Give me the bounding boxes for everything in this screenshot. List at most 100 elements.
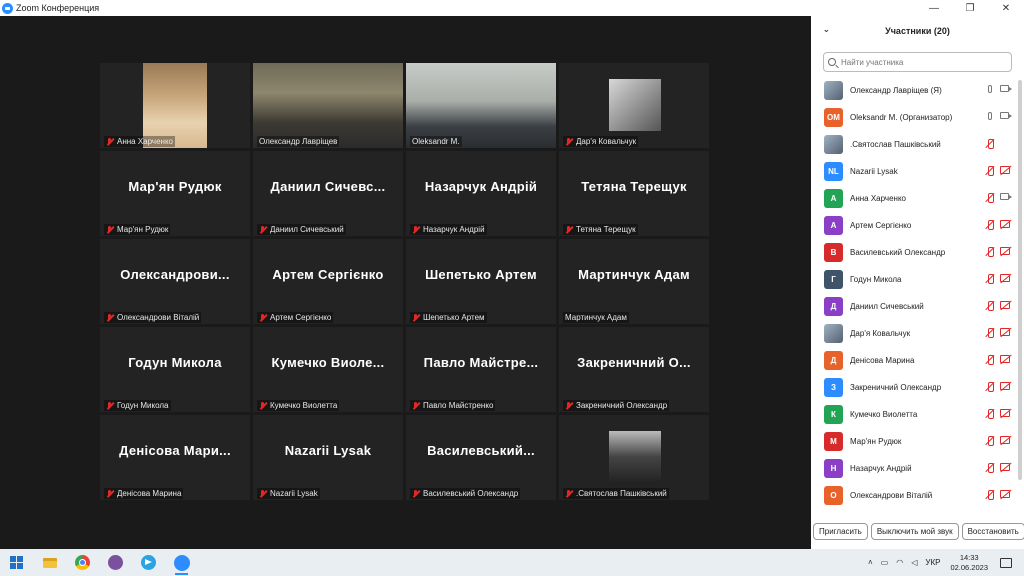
video-tile[interactable]: Годун Микола Годун Микола (100, 327, 250, 412)
speaker-icon[interactable]: ◁ (911, 558, 917, 567)
participant-row[interactable]: Олександр Лаврiщев (Я) (811, 77, 1024, 104)
search-input[interactable] (841, 57, 1001, 67)
chevron-up-icon[interactable]: ˄ (868, 558, 873, 567)
participant-row[interactable]: Дар'я Ковальчук (811, 320, 1024, 347)
camera-off-icon[interactable] (1000, 247, 1012, 257)
microphone-muted-icon[interactable] (985, 301, 997, 311)
taskbar-zoom[interactable] (165, 549, 198, 576)
system-tray: ˄ ▭ ◠ ◁ УКР 14:33 02.06.2023 (864, 549, 1024, 576)
video-tile[interactable]: Назарчук Андрій Назарчук Андрій (406, 151, 556, 236)
participant-row[interactable]: А Анна Харченко (811, 185, 1024, 212)
tile-display-name: Шепетько Артем (425, 267, 537, 282)
microphone-muted-icon[interactable] (985, 355, 997, 365)
participant-row[interactable]: К Кумечко Виолетта (811, 401, 1024, 428)
camera-icon[interactable] (1000, 193, 1012, 203)
chevron-down-icon[interactable]: ⌄ (823, 25, 830, 34)
video-tile[interactable]: Артем Сергієнко Артем Сергієнко (253, 239, 403, 324)
microphone-muted-icon[interactable] (985, 409, 997, 419)
microphone-muted-icon[interactable] (985, 328, 997, 338)
maximize-button[interactable]: ❐ (952, 0, 988, 16)
video-tile[interactable]: Олександрови... Олександрови Віталій (100, 239, 250, 324)
participant-row[interactable]: Д Даниил Сичевський (811, 293, 1024, 320)
video-tile[interactable]: Денісова Мари... Денісова Марина (100, 415, 250, 500)
camera-icon[interactable] (1000, 85, 1012, 95)
participant-row[interactable]: NL Nazarii Lysak (811, 158, 1024, 185)
microphone-muted-icon[interactable] (985, 139, 997, 149)
video-tile[interactable]: Oleksandr M. (406, 63, 556, 148)
camera-off-icon[interactable] (1000, 274, 1012, 284)
minimize-button[interactable]: — (916, 0, 952, 16)
taskbar-viber[interactable] (99, 549, 132, 576)
participant-name: Дар'я Ковальчук (850, 329, 911, 338)
microphone-muted-icon[interactable] (985, 490, 997, 500)
participant-row[interactable]: Н Назарчук Андрій (811, 455, 1024, 482)
wifi-icon[interactable]: ◠ (896, 558, 903, 567)
camera-off-icon[interactable] (1000, 409, 1012, 419)
scrollbar[interactable] (1018, 80, 1022, 480)
participant-row[interactable]: М Мар'ян Рудюк (811, 428, 1024, 455)
notifications-icon[interactable] (1000, 557, 1012, 568)
camera-icon[interactable] (1000, 112, 1012, 122)
close-button[interactable]: ✕ (988, 0, 1024, 16)
taskbar-explorer[interactable] (33, 549, 66, 576)
camera-off-icon[interactable] (1000, 436, 1012, 446)
mute-me-button[interactable]: Выключить мой звук (870, 523, 959, 540)
participant-row[interactable]: Д Денісова Марина (811, 347, 1024, 374)
invite-button[interactable]: Пригласить (813, 523, 868, 540)
microphone-muted-icon[interactable] (985, 274, 997, 284)
camera-off-icon[interactable] (1000, 220, 1012, 230)
avatar: О (824, 486, 843, 505)
clock[interactable]: 14:33 02.06.2023 (950, 553, 988, 573)
video-tile[interactable]: Павло Майстре... Павло Майстренко (406, 327, 556, 412)
participant-search[interactable] (823, 52, 1012, 72)
restore-button[interactable]: Восстановить (961, 523, 1024, 540)
video-tile[interactable]: Шепетько Артем Шепетько Артем (406, 239, 556, 324)
taskbar-telegram[interactable] (132, 549, 165, 576)
microphone-muted-icon[interactable] (985, 436, 997, 446)
microphone-muted-icon[interactable] (985, 166, 997, 176)
camera-off-icon[interactable] (1000, 328, 1012, 338)
microphone-muted-icon[interactable] (985, 382, 997, 392)
participant-row[interactable]: А Артем Сергієнко (811, 212, 1024, 239)
microphone-muted-icon[interactable] (985, 247, 997, 257)
microphone-muted-icon[interactable] (985, 193, 997, 203)
video-tile[interactable]: Nazarii Lysak Nazarii Lysak (253, 415, 403, 500)
microphone-muted-icon[interactable] (985, 463, 997, 473)
video-tile[interactable]: Закреничний О... Закреничний Олександр (559, 327, 709, 412)
participant-row[interactable]: OM Oleksandr M. (Организатор) (811, 104, 1024, 131)
camera-off-icon[interactable] (1000, 463, 1012, 473)
participant-row[interactable]: О Олександрови Віталій (811, 482, 1024, 509)
video-tile[interactable]: .Святослав Пашківський (559, 415, 709, 500)
participant-row[interactable]: Г Годун Микола (811, 266, 1024, 293)
mic-muted-icon (565, 489, 573, 498)
video-tile[interactable]: Даниил Сичевс... Даниил Сичевський (253, 151, 403, 236)
participant-row[interactable]: .Святослав Пашківський (811, 131, 1024, 158)
camera-off-icon[interactable] (1000, 301, 1012, 311)
video-tile[interactable]: Василевський... Василевський Олександр (406, 415, 556, 500)
participant-row[interactable]: В Василевський Олександр (811, 239, 1024, 266)
tile-display-name: Nazarii Lysak (284, 443, 372, 458)
video-tile[interactable]: Тетяна Терещук Тетяна Терещук (559, 151, 709, 236)
video-tile[interactable]: Мар'ян Рудюк Мар'ян Рудюк (100, 151, 250, 236)
camera-off-icon[interactable] (1000, 382, 1012, 392)
video-tile[interactable]: Дар'я Ковальчук (559, 63, 709, 148)
camera-off-icon[interactable] (1000, 166, 1012, 176)
participants-panel: ⌄ Участники (20) Олександр Лаврiщев (Я) O… (811, 16, 1024, 549)
video-tile[interactable]: Анна Харченко (100, 63, 250, 148)
taskbar-chrome[interactable] (66, 549, 99, 576)
microphone-icon[interactable] (985, 85, 997, 95)
microphone-muted-icon[interactable] (985, 220, 997, 230)
microphone-icon[interactable] (985, 112, 997, 122)
tile-name-text: Кумечко Виолетта (270, 401, 338, 410)
video-tile[interactable]: Мартинчук Адам Мартинчук Адам (559, 239, 709, 324)
tile-name-text: Закреничний Олександр (576, 401, 668, 410)
video-tile[interactable]: Кумечко Виоле... Кумечко Виолетта (253, 327, 403, 412)
language-indicator[interactable]: УКР (925, 558, 940, 567)
participant-video (609, 431, 661, 483)
battery-icon[interactable]: ▭ (881, 558, 889, 567)
participant-row[interactable]: З Закреничний Олександр (811, 374, 1024, 401)
camera-off-icon[interactable] (1000, 490, 1012, 500)
start-button[interactable] (0, 549, 33, 576)
camera-off-icon[interactable] (1000, 355, 1012, 365)
video-tile[interactable]: Олександр Лаврiщев (253, 63, 403, 148)
